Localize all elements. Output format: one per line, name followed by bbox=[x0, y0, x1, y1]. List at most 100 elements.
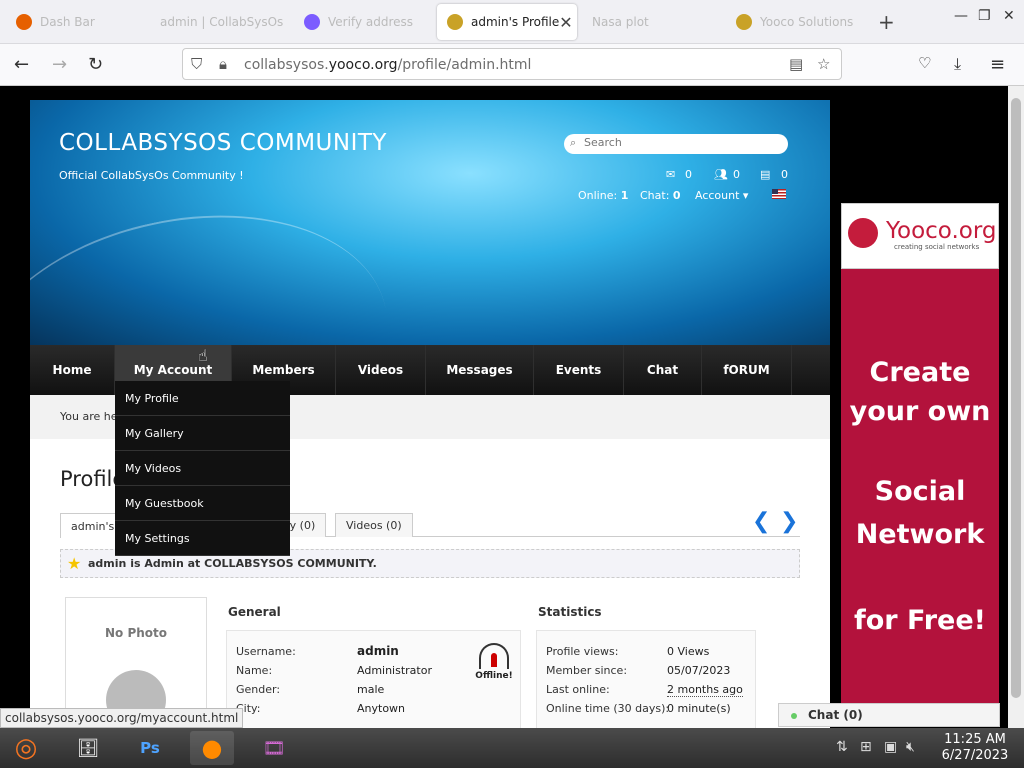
notes-count[interactable]: 0 bbox=[781, 168, 788, 181]
online-time-label: Online time (30 days): bbox=[546, 702, 670, 715]
offline-label: Offline! bbox=[475, 671, 513, 681]
browser-nav-bar: ← → ↻ ⛉ 🔒︎ collabsysos.yooco.org/profile… bbox=[0, 44, 1024, 86]
hamburger-menu-icon[interactable]: ≡ bbox=[990, 54, 1005, 75]
minimize-icon[interactable]: — bbox=[954, 8, 968, 24]
menu-messages[interactable]: Messages bbox=[426, 345, 534, 395]
mail-count[interactable]: 0 bbox=[685, 168, 692, 181]
yooco-logo[interactable]: Yooco.org creating social networks bbox=[841, 203, 999, 269]
chat-stat[interactable]: Chat: 0 bbox=[640, 189, 681, 202]
status-url: collabsysos.yooco.org/myaccount.html bbox=[0, 708, 244, 728]
tab-label: admin | CollabSysOs bbox=[160, 15, 284, 29]
ad-line: for Free! bbox=[854, 605, 986, 636]
yooco-ad-banner[interactable]: Yooco.org creating social networks Creat… bbox=[841, 203, 999, 703]
prev-arrow-icon[interactable]: ❮ bbox=[752, 509, 770, 534]
no-photo-label: No Photo bbox=[104, 626, 168, 640]
download-icon[interactable]: ⤓ bbox=[954, 54, 961, 74]
firefox-taskbar-button[interactable]: ● bbox=[190, 731, 234, 765]
next-arrow-icon[interactable]: ❯ bbox=[780, 509, 798, 534]
new-tab-icon[interactable]: + bbox=[878, 10, 895, 34]
reload-icon[interactable]: ↻ bbox=[88, 54, 103, 75]
friends-icon[interactable]: 👥︎ bbox=[714, 168, 728, 181]
browser-tab[interactable]: Dash Bar bbox=[6, 4, 146, 40]
dropdown-my-videos[interactable]: My Videos bbox=[115, 451, 290, 486]
browser-tab[interactable]: Verify address bbox=[294, 4, 434, 40]
ad-line: Social bbox=[874, 476, 966, 507]
ad-tagline: creating social networks bbox=[894, 243, 980, 251]
os-taskbar: ◎ 🗄︎ Ps ● 🎞︎ ⇅ ⊞ ▣ 🔇︎ 11:25 AM 6/27/2023 bbox=[0, 728, 1024, 768]
ubuntu-menu-button[interactable]: ◎ bbox=[4, 731, 48, 765]
gender-label: Gender: bbox=[236, 683, 281, 696]
online-time-value: 0 minute(s) bbox=[667, 702, 731, 715]
site-favicon bbox=[736, 14, 752, 30]
my-account-dropdown: My Profile My Gallery My Videos My Guest… bbox=[115, 381, 290, 556]
window-close-icon[interactable]: ✕ bbox=[1003, 8, 1015, 24]
online-stat[interactable]: Online: 1 bbox=[578, 189, 628, 202]
site-subtitle: Official CollabSysOs Community ! bbox=[59, 169, 244, 182]
profile-views-label: Profile views: bbox=[546, 645, 619, 658]
forward-icon[interactable]: → bbox=[52, 54, 67, 75]
tab-label: Nasa plot bbox=[592, 15, 649, 29]
tab-label: Yooco Solutions bbox=[760, 15, 854, 29]
ubuntu-logo-icon: ◎ bbox=[14, 733, 38, 763]
ad-line: Create bbox=[869, 357, 971, 388]
pocket-icon[interactable]: ♡ bbox=[918, 54, 931, 72]
statistics-heading: Statistics bbox=[538, 605, 602, 619]
shield-icon[interactable]: ⛉ bbox=[191, 55, 202, 73]
last-online-value: 2 months ago bbox=[667, 683, 743, 697]
ad-line: Network bbox=[855, 519, 985, 550]
browser-tab[interactable]: admin | CollabSysOs bbox=[150, 4, 290, 40]
media-app-button[interactable]: 🎞︎ bbox=[252, 731, 296, 765]
menu-events[interactable]: Events bbox=[534, 345, 624, 395]
site-title[interactable]: COLLABSYSOS COMMUNITY bbox=[59, 130, 387, 156]
dropdown-my-gallery[interactable]: My Gallery bbox=[115, 416, 290, 451]
close-tab-icon[interactable]: ✕ bbox=[559, 13, 572, 32]
tab-label: admin's Profile bbox=[471, 15, 560, 29]
menu-chat[interactable]: Chat bbox=[624, 345, 702, 395]
mail-icon[interactable]: ✉ bbox=[666, 168, 675, 181]
gender-value: male bbox=[357, 683, 385, 696]
lock-icon[interactable]: 🔒︎ bbox=[219, 55, 227, 73]
account-menu[interactable]: Account ▾ bbox=[695, 189, 748, 202]
system-clock[interactable]: 11:25 AM 6/27/2023 bbox=[930, 732, 1020, 764]
menu-home[interactable]: Home bbox=[30, 345, 115, 395]
reader-view-icon[interactable]: ▤ bbox=[789, 55, 803, 73]
dropdown-my-settings[interactable]: My Settings bbox=[115, 521, 290, 556]
friends-count[interactable]: 0 bbox=[733, 168, 740, 181]
chat-status-dot bbox=[791, 713, 797, 719]
dropdown-my-guestbook[interactable]: My Guestbook bbox=[115, 486, 290, 521]
site-header: COLLABSYSOS COMMUNITY Official CollabSys… bbox=[30, 100, 830, 345]
search-input[interactable] bbox=[584, 136, 774, 149]
ad-brand: Yooco.org bbox=[886, 218, 997, 244]
menu-forum[interactable]: fORUM bbox=[702, 345, 792, 395]
menu-videos[interactable]: Videos bbox=[336, 345, 426, 395]
hand-cursor-icon: ☝ bbox=[198, 346, 208, 365]
photoshop-icon: Ps bbox=[140, 739, 160, 757]
file-manager-button[interactable]: 🗄︎ bbox=[66, 731, 110, 765]
last-online-label: Last online: bbox=[546, 683, 610, 696]
url-bar[interactable]: ⛉ 🔒︎ collabsysos.yooco.org/profile/admin… bbox=[182, 48, 842, 80]
tab-videos[interactable]: Videos (0) bbox=[335, 513, 413, 537]
notes-icon[interactable]: ▤ bbox=[760, 168, 770, 181]
network-icon[interactable]: ⇅ bbox=[836, 739, 848, 755]
dropdown-my-profile[interactable]: My Profile bbox=[115, 381, 290, 416]
photoshop-button[interactable]: Ps bbox=[128, 731, 172, 765]
scroll-thumb[interactable] bbox=[1011, 98, 1021, 698]
browser-tab-active[interactable]: admin's Profile ✕ bbox=[437, 4, 577, 40]
chat-bar[interactable]: Chat (0) bbox=[778, 703, 1000, 727]
browser-tab[interactable]: Yooco Solutions bbox=[726, 4, 866, 40]
browser-tab-bar: Dash Bar admin | CollabSysOs Verify addr… bbox=[0, 0, 1024, 44]
restore-icon[interactable]: ❐ bbox=[978, 8, 991, 24]
us-flag-icon[interactable] bbox=[772, 189, 786, 199]
bookmark-star-icon[interactable]: ☆ bbox=[817, 55, 830, 73]
member-since-label: Member since: bbox=[546, 664, 628, 677]
search-box[interactable]: ⌕ bbox=[564, 134, 788, 154]
browser-tab[interactable]: Nasa plot bbox=[582, 4, 722, 40]
yooco-logo-mark bbox=[848, 218, 878, 248]
back-icon[interactable]: ← bbox=[14, 54, 29, 75]
url-text[interactable]: collabsysos.yooco.org/profile/admin.html bbox=[244, 57, 531, 73]
windows-logo-icon[interactable]: ⊞ bbox=[860, 739, 872, 755]
page-scrollbar[interactable] bbox=[1008, 86, 1024, 728]
tab-label: Dash Bar bbox=[40, 15, 95, 29]
display-icon[interactable]: ▣ bbox=[884, 739, 897, 755]
volume-muted-icon[interactable]: 🔇︎ bbox=[906, 739, 915, 755]
